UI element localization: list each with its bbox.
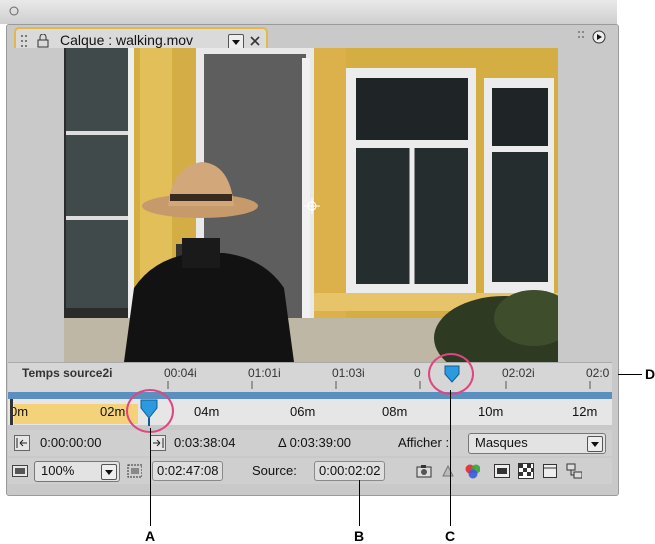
zoom-value: 100%	[41, 463, 75, 478]
video-frame	[64, 48, 558, 362]
close-icon[interactable]	[250, 36, 260, 46]
callout-d: D	[645, 366, 655, 382]
callout-line-c	[450, 390, 451, 526]
ruler-label: 0	[414, 366, 421, 380]
snapshot-icon[interactable]	[12, 463, 28, 479]
ruler-ticks	[167, 381, 591, 389]
set-in-point-icon[interactable]	[14, 435, 30, 451]
viewer-margin-left	[8, 48, 64, 362]
ruler-label: 02:0	[586, 366, 610, 380]
in-point-time[interactable]: 0:00:00:00	[40, 434, 101, 452]
chevron-down-icon	[591, 442, 599, 447]
timeline-label: 06m	[290, 404, 316, 419]
lock-icon[interactable]	[36, 34, 50, 48]
show-dropdown-arrow[interactable]	[587, 436, 603, 452]
callout-line-d	[618, 374, 642, 375]
zoom-dropdown[interactable]: 100%	[34, 461, 120, 482]
time-navigator-labels: 0m 02m 04m 06m 08m 10m 12m	[8, 399, 612, 425]
timeline-label: 08m	[382, 404, 408, 419]
zoom-dropdown-arrow[interactable]	[101, 464, 117, 480]
in-point-marker[interactable]	[10, 399, 13, 425]
timeline-label: 02m	[100, 404, 126, 419]
chevron-down-icon	[105, 470, 113, 475]
source-label: Source:	[252, 463, 297, 478]
show-dropdown[interactable]: Masques	[468, 433, 606, 454]
view-options-icon[interactable]	[494, 463, 510, 479]
panel-grip-icon[interactable]	[578, 31, 588, 43]
show-label: Afficher :	[398, 435, 450, 450]
ruler-label: 01:01i	[248, 366, 281, 380]
callout-line-b	[359, 480, 360, 526]
ruler-label: 02:02i	[502, 366, 535, 380]
callout-line-a	[150, 428, 151, 526]
flowchart-icon[interactable]	[566, 463, 582, 479]
panel-menu-icon[interactable]	[592, 30, 606, 44]
channels-icon[interactable]	[464, 463, 480, 479]
transparency-grid-icon[interactable]	[518, 463, 534, 479]
callout-circle-a	[126, 389, 174, 433]
show-dropdown-value: Masques	[475, 435, 528, 450]
grip-icon[interactable]	[21, 35, 29, 47]
close-circle-icon[interactable]	[9, 6, 19, 16]
duration-time: Δ 0:03:39:00	[278, 435, 352, 450]
ruler-title: Temps source2i	[22, 366, 113, 380]
tab-label: Calque : walking.mov	[60, 32, 194, 48]
show-snapshot-icon[interactable]	[440, 463, 456, 479]
ruler-label: 00:04i	[164, 366, 197, 380]
timeline-label: 12m	[572, 404, 598, 419]
window-title-strip	[0, 0, 617, 24]
camera-icon[interactable]	[416, 463, 432, 479]
set-out-point-icon[interactable]	[150, 435, 166, 451]
source-time-field[interactable]: 0:00:02:02	[314, 461, 386, 481]
callout-circle-c	[428, 353, 474, 395]
timeline-label: 10m	[478, 404, 504, 419]
out-point-time[interactable]: 0:03:38:04	[174, 434, 235, 452]
region-of-interest-icon[interactable]	[126, 463, 142, 479]
ruler-label: 01:03i	[332, 366, 365, 380]
current-time-field[interactable]: 0:02:47:08	[152, 461, 224, 481]
layer-viewer[interactable]	[64, 48, 558, 362]
chevron-down-icon	[232, 40, 240, 45]
viewer-margin-right	[558, 48, 612, 362]
timeline-label: 04m	[194, 404, 220, 419]
source-time-ruler[interactable]: Temps source2i 00:04i 01:01i 01:03i 0 02…	[8, 362, 612, 393]
work-area-bar[interactable]	[8, 392, 612, 399]
info-row-2: 100% 0:02:47:08 Source: 0:00:02:02	[8, 458, 612, 484]
toggle-mask-icon[interactable]	[542, 463, 558, 479]
info-row-1: 0:00:00:00 0:03:38:04 Δ 0:03:39:00 Affic…	[8, 430, 612, 456]
